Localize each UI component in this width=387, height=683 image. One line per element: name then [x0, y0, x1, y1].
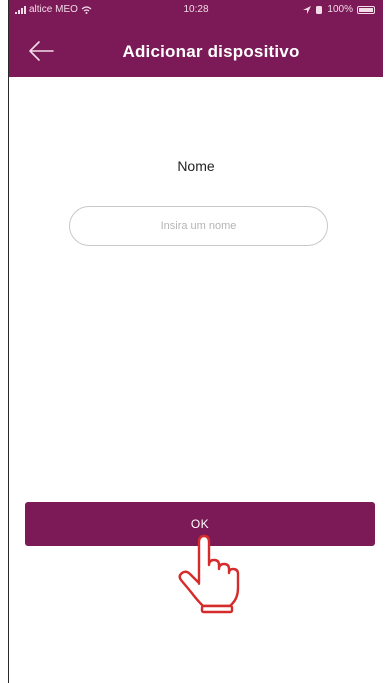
- alarm-icon: [316, 5, 323, 14]
- battery-percent: 100%: [327, 4, 353, 15]
- app-header: altice MEO 10:28 100% Adicionar disposit…: [9, 0, 383, 77]
- name-input[interactable]: [69, 206, 328, 246]
- battery-icon: [357, 5, 375, 14]
- arrow-left-icon: [29, 41, 54, 61]
- tap-hand-icon: [178, 534, 240, 614]
- page-title: Adicionar dispositivo: [122, 42, 300, 61]
- status-bar: altice MEO 10:28 100%: [9, 0, 383, 22]
- location-icon: [303, 5, 312, 14]
- device-screen: altice MEO 10:28 100% Adicionar disposit…: [8, 0, 383, 683]
- back-button[interactable]: [25, 36, 59, 66]
- name-label: Nome: [177, 158, 215, 174]
- status-right: 100%: [303, 4, 375, 15]
- nav-row: Adicionar dispositivo: [9, 34, 383, 70]
